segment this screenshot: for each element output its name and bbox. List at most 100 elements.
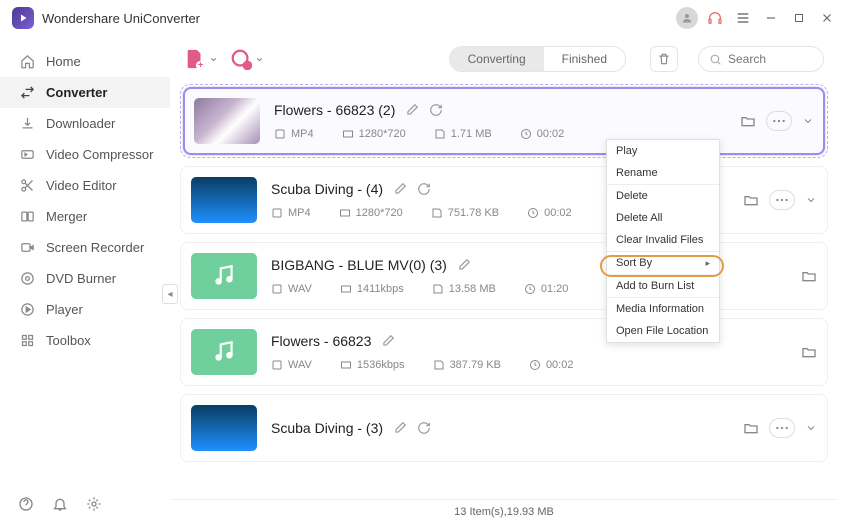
grid-icon	[18, 333, 36, 348]
search-input[interactable]	[728, 52, 808, 66]
sidebar-item-label: Home	[46, 54, 81, 69]
search-icon	[709, 53, 722, 66]
disc-icon	[18, 271, 36, 286]
chevron-down-icon	[255, 55, 264, 64]
context-menu: Play Rename Delete Delete All Clear Inva…	[606, 139, 720, 343]
sidebar-item-home[interactable]: Home	[0, 46, 170, 77]
play-icon	[18, 302, 36, 317]
sidebar-item-label: Merger	[46, 209, 87, 224]
file-card[interactable]: Scuba Diving - (4) MP4 1280*720 751.78 K…	[180, 166, 828, 234]
file-card[interactable]: Scuba Diving - (3)	[180, 394, 828, 462]
context-item-delete[interactable]: Delete	[607, 184, 719, 207]
context-item-open-location[interactable]: Open File Location	[607, 320, 719, 342]
file-card-selected-wrap: Flowers - 66823 (2) MP4 1280*720 1.71 MB…	[180, 84, 828, 158]
file-card[interactable]: Flowers - 66823 (2) MP4 1280*720 1.71 MB…	[183, 87, 825, 155]
settings-icon[interactable]	[86, 496, 102, 512]
titlebar: Wondershare UniConverter	[0, 0, 850, 36]
sidebar-item-label: Toolbox	[46, 333, 91, 348]
add-url-button[interactable]: +	[230, 48, 264, 70]
more-button[interactable]	[769, 418, 795, 438]
file-list: Flowers - 66823 (2) MP4 1280*720 1.71 MB…	[170, 80, 838, 499]
file-thumbnail	[191, 177, 257, 223]
context-item-delete-all[interactable]: Delete All	[607, 207, 719, 229]
help-icon[interactable]	[18, 496, 34, 512]
refresh-icon[interactable]	[417, 182, 431, 196]
sidebar-item-player[interactable]: Player	[0, 294, 170, 325]
app-title: Wondershare UniConverter	[42, 11, 200, 26]
status-text: 13 Item(s),19.93 MB	[454, 506, 554, 518]
search-box[interactable]	[698, 46, 824, 72]
refresh-icon[interactable]	[429, 103, 443, 117]
svg-text:+: +	[198, 59, 203, 69]
user-avatar[interactable]	[676, 7, 698, 29]
folder-icon[interactable]	[740, 113, 756, 129]
compress-icon	[18, 147, 36, 162]
sidebar-item-editor[interactable]: Video Editor	[0, 170, 170, 201]
file-title: BIGBANG - BLUE MV(0) (3)	[271, 257, 447, 273]
sidebar-item-toolbox[interactable]: Toolbox	[0, 325, 170, 356]
edit-icon[interactable]	[393, 421, 407, 435]
converter-icon	[18, 85, 36, 100]
folder-icon[interactable]	[743, 420, 759, 436]
toolbar: + + Converting Finished	[170, 36, 838, 80]
status-bar: 13 Item(s),19.93 MB	[170, 499, 838, 526]
sidebar-item-label: Screen Recorder	[46, 240, 144, 255]
sidebar-item-dvd[interactable]: DVD Burner	[0, 263, 170, 294]
context-item-media-info[interactable]: Media Information	[607, 297, 719, 320]
sidebar: Home Converter Downloader Video Compress…	[0, 36, 170, 526]
sidebar-item-label: Video Compressor	[46, 147, 153, 162]
sidebar-item-recorder[interactable]: Screen Recorder	[0, 232, 170, 263]
context-item-clear-invalid[interactable]: Clear Invalid Files	[607, 229, 719, 251]
app-logo	[12, 7, 34, 29]
tab-switch: Converting Finished	[449, 46, 626, 72]
file-thumbnail-audio	[191, 253, 257, 299]
tab-finished[interactable]: Finished	[544, 47, 625, 71]
edit-icon[interactable]	[457, 258, 471, 272]
file-card[interactable]: Flowers - 66823 WAV 1536kbps 387.79 KB 0…	[180, 318, 828, 386]
maximize-button[interactable]	[788, 7, 810, 29]
sidebar-item-merger[interactable]: Merger	[0, 201, 170, 232]
scissors-icon	[18, 178, 36, 193]
more-button[interactable]	[769, 190, 795, 210]
add-file-button[interactable]: +	[184, 47, 218, 71]
context-item-sort-by[interactable]: Sort By▸	[607, 251, 719, 274]
file-title: Scuba Diving - (4)	[271, 181, 383, 197]
folder-icon[interactable]	[743, 192, 759, 208]
file-title: Flowers - 66823 (2)	[274, 102, 395, 118]
chevron-down-icon	[209, 55, 218, 64]
close-button[interactable]	[816, 7, 838, 29]
file-thumbnail	[194, 98, 260, 144]
collapse-sidebar-handle[interactable]: ◂	[162, 284, 178, 304]
more-button[interactable]	[766, 111, 792, 131]
chevron-down-icon[interactable]	[805, 422, 817, 434]
hamburger-menu-icon[interactable]	[732, 7, 754, 29]
edit-icon[interactable]	[405, 103, 419, 117]
refresh-icon[interactable]	[417, 421, 431, 435]
tab-converting[interactable]: Converting	[450, 47, 544, 71]
minimize-button[interactable]	[760, 7, 782, 29]
trash-button[interactable]	[650, 46, 678, 72]
edit-icon[interactable]	[393, 182, 407, 196]
file-card[interactable]: BIGBANG - BLUE MV(0) (3) WAV 1411kbps 13…	[180, 242, 828, 310]
sidebar-item-label: Video Editor	[46, 178, 117, 193]
home-icon	[18, 54, 36, 69]
merge-icon	[18, 209, 36, 224]
file-thumbnail-audio	[191, 329, 257, 375]
bell-icon[interactable]	[52, 496, 68, 512]
file-thumbnail	[191, 405, 257, 451]
file-title: Flowers - 66823	[271, 333, 371, 349]
headset-icon[interactable]	[704, 7, 726, 29]
folder-icon[interactable]	[801, 344, 817, 360]
file-title: Scuba Diving - (3)	[271, 420, 383, 436]
edit-icon[interactable]	[381, 334, 395, 348]
sidebar-item-compressor[interactable]: Video Compressor	[0, 139, 170, 170]
context-item-play[interactable]: Play	[607, 140, 719, 162]
context-item-add-burn[interactable]: Add to Burn List	[607, 274, 719, 297]
context-item-rename[interactable]: Rename	[607, 162, 719, 184]
folder-icon[interactable]	[801, 268, 817, 284]
chevron-down-icon[interactable]	[805, 194, 817, 206]
sidebar-item-converter[interactable]: Converter	[0, 77, 170, 108]
sidebar-item-downloader[interactable]: Downloader	[0, 108, 170, 139]
chevron-down-icon[interactable]	[802, 115, 814, 127]
recorder-icon	[18, 240, 36, 255]
